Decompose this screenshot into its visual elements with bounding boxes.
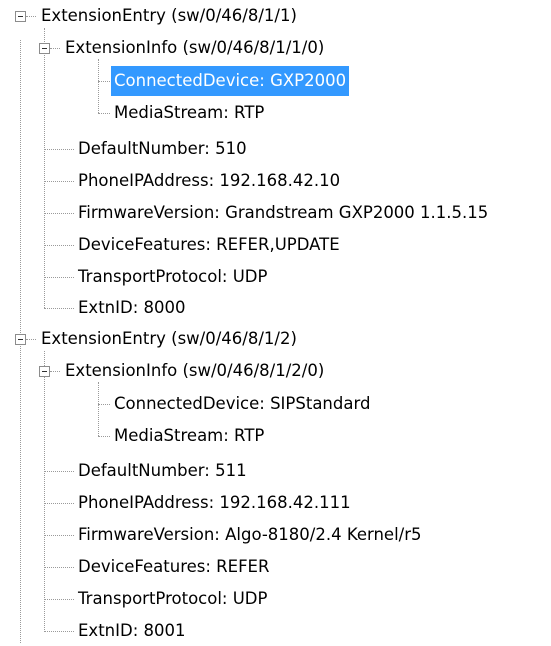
- tree-leaf[interactable]: FirmwareVersion: Grandstream GXP2000 1.1…: [75, 198, 491, 228]
- tree-connector: [44, 567, 74, 568]
- tree-connector: [98, 436, 110, 437]
- tree-leaf[interactable]: FirmwareVersion: Algo-8180/2.4 Kernel/r5: [75, 520, 425, 550]
- tree-connector: [44, 213, 74, 214]
- tree-leaf[interactable]: DeviceFeatures: REFER: [75, 552, 272, 582]
- node-label: DefaultNumber: 511: [78, 461, 247, 480]
- tree-leaf[interactable]: ConnectedDevice: SIPStandard: [111, 389, 373, 419]
- tree-connector: [44, 351, 45, 632]
- tree-leaf[interactable]: TransportProtocol: UDP: [75, 584, 270, 614]
- collapse-toggle-icon[interactable]: [15, 334, 26, 345]
- tree-connector: [50, 48, 60, 49]
- tree-connector: [98, 59, 99, 113]
- node-label: TransportProtocol: UDP: [78, 267, 268, 286]
- tree-connector: [44, 181, 74, 182]
- tree-leaf[interactable]: DeviceFeatures: REFER,UPDATE: [75, 230, 343, 260]
- collapse-toggle-icon[interactable]: [39, 43, 50, 54]
- tree-leaf[interactable]: MediaStream: RTP: [111, 98, 267, 128]
- node-label: ExtensionInfo (sw/0/46/8/1/1/0): [65, 38, 325, 57]
- node-label: MediaStream: RTP: [114, 426, 265, 445]
- tree-leaf[interactable]: DefaultNumber: 511: [75, 456, 250, 486]
- tree-node-extension-entry[interactable]: ExtensionEntry (sw/0/46/8/1/1): [38, 1, 300, 31]
- node-label: ExtensionInfo (sw/0/46/8/1/2/0): [65, 361, 325, 380]
- tree-view[interactable]: ExtensionEntry (sw/0/46/8/1/1) Extension…: [0, 0, 551, 643]
- tree-connector: [44, 599, 74, 600]
- tree-connector: [44, 245, 74, 246]
- node-label: PhoneIPAddress: 192.168.42.111: [78, 493, 351, 512]
- tree-connector: [44, 28, 45, 308]
- node-label: ConnectedDevice: SIPStandard: [114, 394, 371, 413]
- node-label: ExtnID: 8001: [78, 621, 186, 640]
- tree-leaf[interactable]: PhoneIPAddress: 192.168.42.111: [75, 488, 354, 518]
- tree-leaf[interactable]: MediaStream: RTP: [111, 421, 267, 451]
- node-label: DeviceFeatures: REFER,UPDATE: [78, 235, 340, 254]
- node-label: FirmwareVersion: Grandstream GXP2000 1.1…: [78, 203, 489, 222]
- tree-connector: [44, 308, 74, 309]
- tree-node-extension-entry[interactable]: ExtensionEntry (sw/0/46/8/1/2): [38, 324, 300, 354]
- node-label: PhoneIPAddress: 192.168.42.10: [78, 171, 341, 190]
- node-label: TransportProtocol: UDP: [78, 589, 268, 608]
- tree-connector: [98, 113, 110, 114]
- tree-connector: [44, 535, 74, 536]
- tree-leaf[interactable]: PhoneIPAddress: 192.168.42.10: [75, 166, 343, 196]
- tree-connector: [44, 277, 74, 278]
- node-label: ConnectedDevice: GXP2000: [111, 66, 350, 96]
- tree-connector: [44, 471, 74, 472]
- tree-connector: [44, 631, 74, 632]
- node-label: DeviceFeatures: REFER: [78, 557, 270, 576]
- tree-connector: [50, 371, 60, 372]
- node-label: MediaStream: RTP: [114, 103, 265, 122]
- tree-connector: [44, 503, 74, 504]
- tree-node-extension-info[interactable]: ExtensionInfo (sw/0/46/8/1/1/0): [62, 33, 327, 63]
- node-label: ExtnID: 8000: [78, 298, 186, 317]
- tree-connector: [98, 404, 110, 405]
- tree-connector: [44, 149, 74, 150]
- node-label: DefaultNumber: 510: [78, 139, 247, 158]
- tree-leaf[interactable]: ConnectedDevice: GXP2000: [111, 66, 350, 96]
- node-label: ExtensionEntry (sw/0/46/8/1/2): [41, 329, 297, 348]
- tree-connector: [98, 81, 110, 82]
- node-label: FirmwareVersion: Algo-8180/2.4 Kernel/r5: [78, 525, 422, 544]
- collapse-toggle-icon[interactable]: [15, 11, 26, 22]
- tree-node-extension-info[interactable]: ExtensionInfo (sw/0/46/8/1/2/0): [62, 356, 327, 386]
- tree-connector: [98, 382, 99, 436]
- tree-leaf[interactable]: DefaultNumber: 510: [75, 134, 250, 164]
- tree-leaf[interactable]: ExtnID: 8000: [75, 293, 188, 323]
- collapse-toggle-icon[interactable]: [39, 366, 50, 377]
- node-label: ExtensionEntry (sw/0/46/8/1/1): [41, 6, 297, 25]
- tree-leaf[interactable]: TransportProtocol: UDP: [75, 262, 270, 292]
- tree-connector: [26, 16, 36, 17]
- tree-connector: [26, 339, 36, 340]
- tree-leaf[interactable]: ExtnID: 8001: [75, 616, 188, 646]
